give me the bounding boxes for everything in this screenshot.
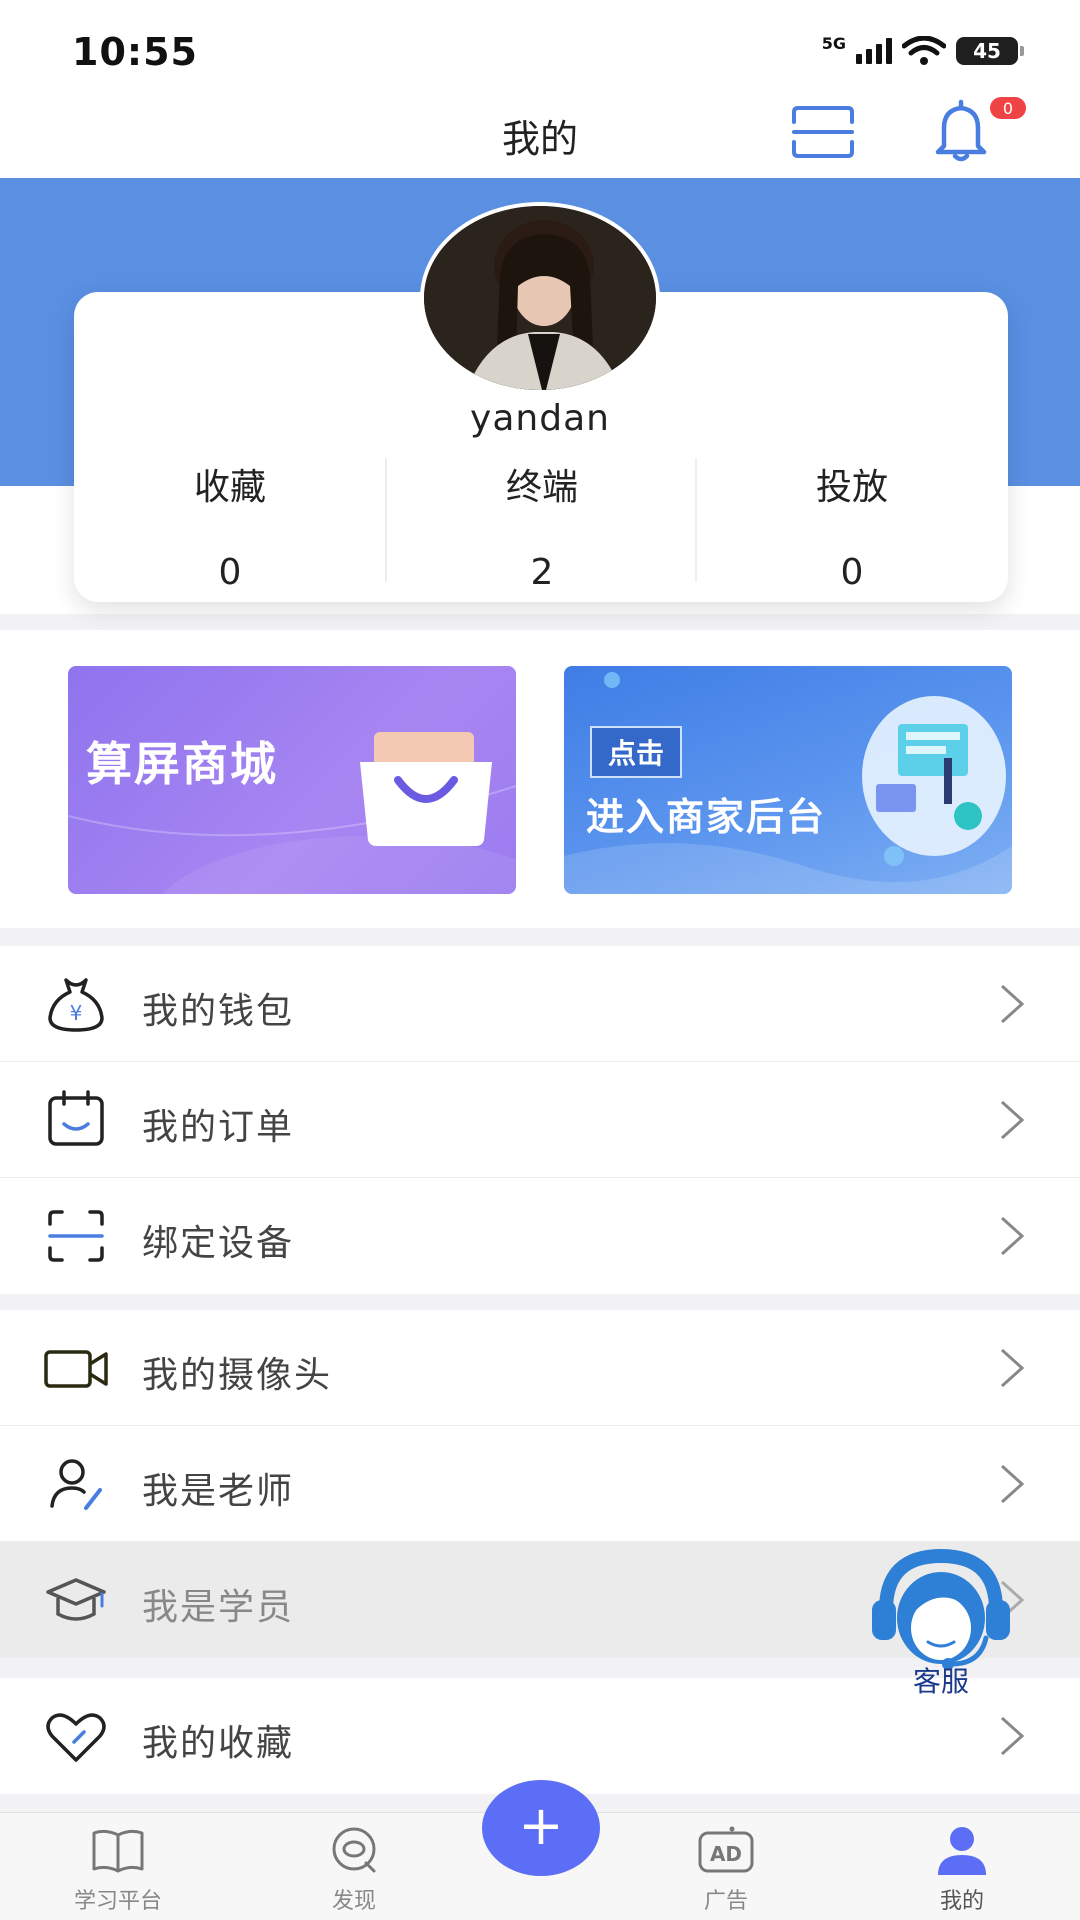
wallet-icon: ¥ — [48, 978, 104, 1032]
camera-icon — [44, 1350, 108, 1388]
signal-icon — [856, 38, 892, 64]
ad-icon: AD — [698, 1826, 754, 1873]
menu-label: 我的订单 — [142, 1107, 295, 1148]
user-icon — [938, 1827, 986, 1875]
menu-group-account: ¥ 我的钱包 我的订单 绑定设备 — [0, 946, 1080, 1294]
stat-value: 0 — [218, 552, 242, 593]
notification-badge: 0 — [990, 97, 1026, 119]
mall-banner[interactable]: 算屏商城 — [68, 666, 516, 894]
shopping-bag-icon — [360, 732, 492, 846]
tab-label: 我的 — [939, 1889, 984, 1914]
nav-bar: 我的 — [0, 96, 1080, 178]
teacher-icon — [50, 1459, 102, 1510]
customer-service-label[interactable]: 客服 — [866, 1660, 1016, 1700]
tab-learning-platform[interactable]: 学习平台 — [38, 1813, 198, 1920]
bell-icon[interactable] — [926, 96, 996, 166]
chevron-right-icon — [1000, 984, 1025, 1024]
mall-banner-title: 算屏商城 — [86, 737, 278, 791]
tab-advertising[interactable]: AD 广告 — [646, 1813, 806, 1920]
network-type: 5G — [821, 34, 846, 53]
status-icons: 5G 45 — [821, 34, 1024, 66]
heart-icon — [46, 1713, 106, 1762]
svg-text:AD: AD — [710, 1842, 742, 1866]
status-bar: 10:55 5G 45 — [0, 0, 1080, 96]
merchant-banner-decoration — [564, 672, 1012, 894]
menu-item-bind-device[interactable]: 绑定设备 — [0, 1178, 1080, 1294]
menu-item-orders[interactable]: 我的订单 — [0, 1062, 1080, 1178]
menu-item-teacher[interactable]: 我是老师 — [0, 1426, 1080, 1542]
menu-label: 我的摄像头 — [142, 1355, 333, 1396]
menu-item-wallet[interactable]: ¥ 我的钱包 — [0, 946, 1080, 1062]
chevron-right-icon — [1000, 1348, 1025, 1388]
chevron-right-icon — [1000, 1716, 1025, 1756]
menu-label: 我的收藏 — [142, 1723, 295, 1764]
plus-icon: + — [518, 1794, 564, 1857]
banner-section: 算屏商城 点击 进入商家后台 — [0, 630, 1080, 928]
order-icon — [48, 1090, 104, 1146]
merchant-banner-tag: 点击 — [590, 726, 683, 778]
stat-value: 0 — [840, 552, 864, 593]
tab-label: 广告 — [703, 1889, 748, 1914]
stat-label: 终端 — [505, 467, 578, 508]
username: yandan — [470, 398, 610, 439]
add-button[interactable]: + — [482, 1780, 600, 1876]
scan-icon[interactable] — [790, 104, 856, 160]
merchant-banner[interactable]: 点击 进入商家后台 — [564, 666, 1012, 894]
profile-page: 10:55 5G 45 我的 0 yandan 收藏 0 终端 2 投放 0 算… — [0, 0, 1080, 1920]
status-time: 10:55 — [72, 30, 198, 74]
chevron-right-icon — [1000, 1216, 1025, 1256]
avatar[interactable] — [420, 202, 660, 394]
battery-icon: 45 — [956, 37, 1024, 65]
merchant-banner-title: 进入商家后台 — [586, 795, 827, 839]
tab-label: 发现 — [331, 1889, 376, 1914]
stat-placements[interactable]: 投放 0 — [696, 458, 1008, 593]
wifi-icon — [902, 36, 946, 65]
discover-icon — [332, 1827, 376, 1873]
stat-label: 收藏 — [193, 467, 266, 508]
tab-mine[interactable]: 我的 — [882, 1813, 1042, 1920]
menu-label: 我是老师 — [142, 1471, 295, 1512]
menu-label: 绑定设备 — [142, 1223, 295, 1264]
stat-value: 2 — [530, 552, 554, 593]
chevron-right-icon — [1000, 1464, 1025, 1504]
avatar-image — [424, 206, 656, 390]
stat-label: 投放 — [815, 467, 888, 508]
graduation-cap-icon — [46, 1578, 106, 1621]
tab-discover[interactable]: 发现 — [274, 1813, 434, 1920]
svg-text:¥: ¥ — [70, 1001, 83, 1025]
scan-device-icon — [48, 1210, 104, 1262]
menu-item-camera[interactable]: 我的摄像头 — [0, 1310, 1080, 1426]
menu-label: 我的钱包 — [142, 991, 295, 1032]
chevron-right-icon — [1000, 1100, 1025, 1140]
page-title: 我的 — [501, 117, 578, 161]
stat-favorites[interactable]: 收藏 0 — [74, 458, 386, 593]
menu-label: 我是学员 — [142, 1587, 295, 1628]
stat-terminals[interactable]: 终端 2 — [386, 458, 698, 593]
book-icon — [92, 1829, 144, 1873]
tab-label: 学习平台 — [73, 1889, 162, 1914]
